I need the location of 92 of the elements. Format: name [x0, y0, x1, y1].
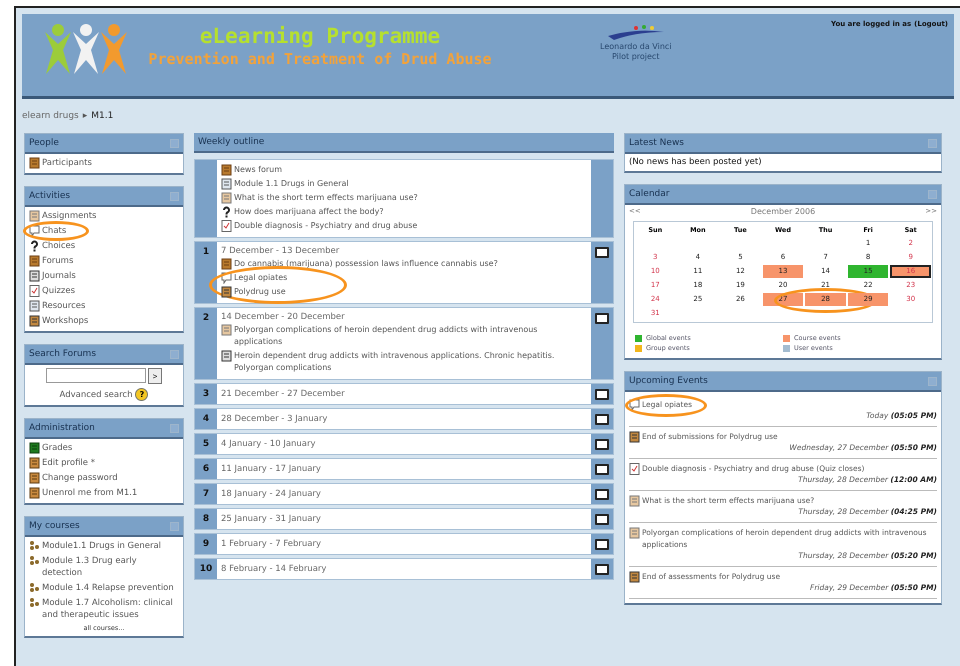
block-title: Calendar [629, 189, 670, 199]
week-number: 5 [202, 439, 210, 449]
link[interactable]: Module 1.4 Relapse prevention [42, 582, 174, 594]
activity-link[interactable]: Do cannabis (marijuana) possession laws influence cannabis use? [234, 258, 498, 270]
week-dates: 14 December - 20 December [221, 312, 346, 322]
activity-link[interactable]: How does marijuana affect the body? [234, 206, 384, 218]
week-number: 6 [202, 464, 210, 474]
week-dates: 7 December - 13 December [221, 246, 340, 256]
week-dates: 11 January - 17 January [221, 464, 322, 474]
activity-link[interactable]: Legal opiates [234, 272, 288, 284]
link[interactable]: Change password [42, 472, 118, 484]
activity-link[interactable]: News forum [234, 164, 282, 176]
show-week-icon[interactable] [595, 514, 609, 524]
link[interactable]: Participants [42, 157, 92, 169]
week-dates: 1 February - 7 February [221, 539, 322, 549]
speech-bubble-icon [29, 225, 40, 237]
search-field[interactable] [46, 368, 146, 383]
block-title: Search Forums [29, 349, 96, 359]
show-week-icon[interactable] [595, 438, 609, 450]
week-number: 10 [200, 564, 212, 574]
show-week-icon[interactable] [595, 414, 609, 424]
checked-document-icon [629, 463, 640, 475]
link[interactable]: Module1.1 Drugs in General [42, 540, 162, 552]
week-dates: 25 January - 31 January [221, 514, 322, 524]
link[interactable]: Assignments [42, 210, 96, 222]
advanced-search-link[interactable]: Advanced search [60, 388, 132, 400]
week-number: 1 [202, 247, 210, 257]
block-title: Latest News [629, 138, 684, 148]
breadcrumb-link[interactable]: elearn drugs [22, 111, 79, 121]
week-number: 2 [202, 313, 210, 323]
activity-link[interactable]: Module 1.1 Drugs in General [234, 178, 349, 190]
week-number: 8 [202, 514, 210, 524]
dots-icon [29, 597, 40, 609]
help-icon[interactable]: ? [135, 388, 148, 401]
block-title: Upcoming Events [629, 376, 708, 386]
block-title: People [29, 138, 59, 148]
link[interactable]: Resources [42, 300, 86, 312]
week-dates: 21 December - 27 December [221, 389, 346, 399]
link[interactable]: Edit profile * [42, 457, 95, 469]
activity-link[interactable]: Double diagnosis - Psychiatry and drug abuse [234, 220, 418, 232]
activity-link[interactable]: Polyorgan complications of heroin dependent drug addicts with intravenous applications [234, 324, 587, 348]
week-number: 9 [202, 539, 210, 549]
dots-icon [29, 555, 40, 567]
link[interactable]: Journals [42, 270, 76, 282]
week-dates: 18 January - 24 January [221, 489, 322, 499]
activity-link[interactable]: What is the short term effects marijuana use? [234, 192, 418, 204]
show-week-icon[interactable] [595, 313, 609, 324]
week-number: 7 [202, 489, 210, 499]
dots-icon [29, 582, 40, 594]
site-title: eLearning Programme [200, 24, 440, 48]
dots-icon [29, 540, 40, 552]
link[interactable]: Quizzes [42, 285, 76, 297]
block-title: Administration [29, 423, 95, 433]
checked-document-icon [221, 220, 232, 232]
show-week-icon[interactable] [595, 564, 609, 574]
breadcrumb-separator: ▸ [82, 111, 88, 121]
document-icon [221, 178, 232, 190]
show-week-icon[interactable] [595, 488, 609, 500]
show-week-icon[interactable] [595, 538, 609, 550]
document-icon [29, 300, 40, 312]
activity-link[interactable]: Polydrug use [234, 286, 286, 298]
week-dates: 4 January - 10 January [221, 439, 317, 449]
link[interactable]: Choices [42, 240, 76, 252]
question-mark-icon [221, 206, 232, 218]
block-title: Activities [29, 191, 70, 201]
breadcrumb-link[interactable]: M1.1 [91, 111, 114, 121]
speech-bubble-icon [221, 272, 232, 284]
link[interactable]: Forums [42, 255, 74, 267]
link[interactable]: Chats [42, 225, 66, 237]
week-dates: 8 February - 14 February [221, 564, 328, 574]
week-number: 4 [202, 414, 210, 424]
link[interactable]: Unenrol me from M1.1 [42, 487, 138, 499]
month-title: December 2006 [750, 207, 816, 216]
show-week-icon[interactable] [595, 247, 609, 258]
activity-link[interactable]: Heroin dependent drug addicts with intravenous applications. Chronic hepatitis. Polyorgan complications [234, 350, 587, 374]
link[interactable]: Grades [42, 442, 72, 454]
link[interactable]: Workshops [42, 315, 88, 327]
site-subtitle: Prevention and Treatment of Drud Abuse [148, 50, 492, 68]
show-week-icon[interactable] [595, 464, 609, 474]
news-text: (No news has been posted yet) [629, 157, 763, 167]
link[interactable]: Module 1.7 Alcoholism: clinical and therapeutic issues [42, 597, 179, 621]
show-week-icon[interactable] [595, 388, 609, 400]
partner-text: Pilot project [612, 52, 660, 62]
block-title: My courses [29, 521, 80, 531]
search-button[interactable]: > [148, 368, 162, 384]
link[interactable]: Module 1.3 Drug early detection [42, 555, 179, 579]
partner-text: Leonardo da Vinci [600, 42, 672, 52]
checked-document-icon [29, 285, 40, 297]
block-title: Weekly outline [198, 137, 264, 147]
week-dates: 28 December - 3 January [221, 414, 328, 424]
week-number: 3 [202, 389, 210, 399]
question-mark-icon [29, 240, 40, 252]
